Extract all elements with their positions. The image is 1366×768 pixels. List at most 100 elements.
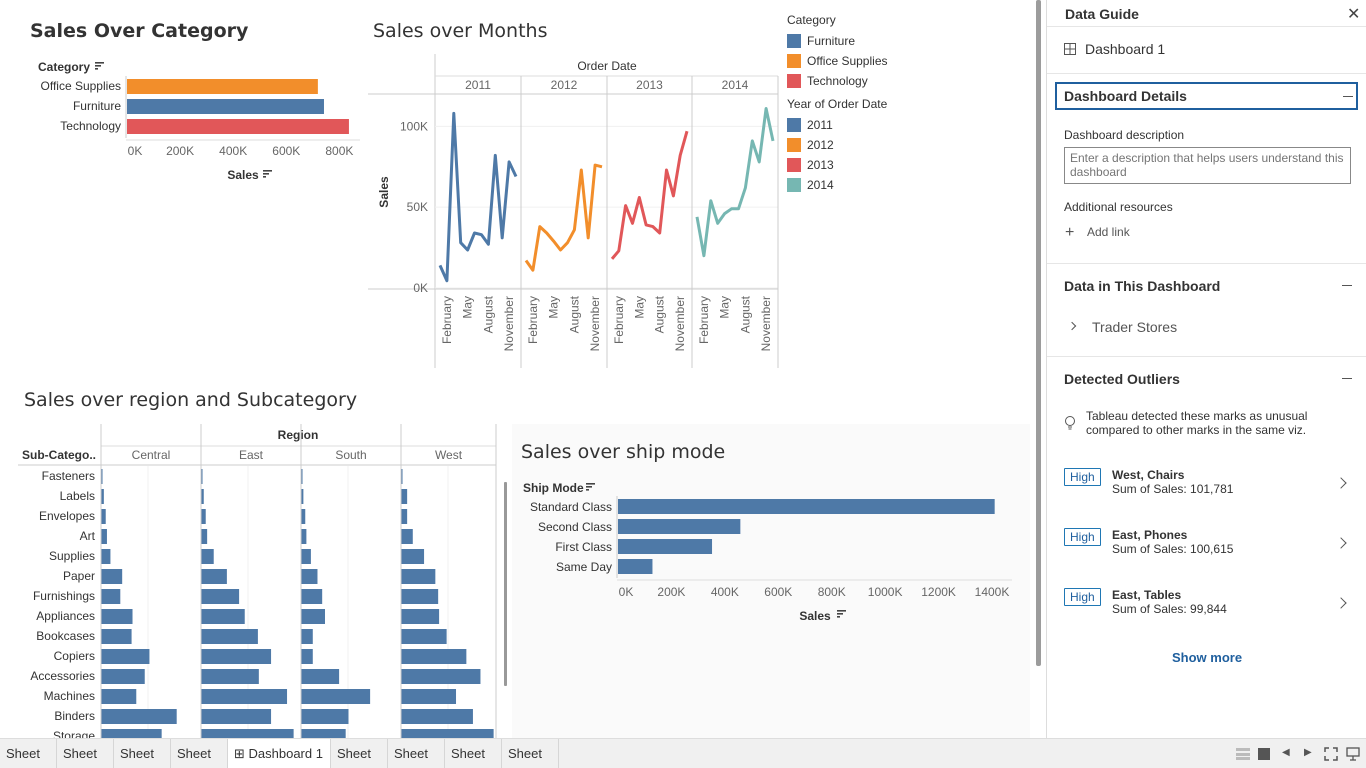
tab-dashboard-1[interactable]: ⊞ Dashboard 1 [228,739,331,768]
prev-sheet-icon[interactable]: ◀ [1282,747,1290,758]
bar-central-paper[interactable] [101,569,123,584]
legend-item-office-supplies[interactable]: Office Supplies [787,51,987,71]
bar-central-furnishings[interactable] [101,589,121,604]
bar-east-fasteners[interactable] [201,469,203,484]
sort-icon[interactable] [263,170,272,178]
outlier-item[interactable]: High West, Chairs Sum of Sales: 101,781 [1047,466,1366,510]
next-sheet-icon[interactable]: ▶ [1304,747,1312,758]
tab-sheet-8[interactable]: Sheet 8 [502,739,559,768]
tab-sheet-3[interactable]: Sheet 3 [114,739,171,768]
line-series-2012[interactable] [524,163,603,272]
outlier-item[interactable]: High East, Phones Sum of Sales: 100,615 [1047,526,1366,570]
bar-central-storage[interactable] [101,729,162,738]
bar-central-art[interactable] [101,529,107,544]
bar-central-fasteners[interactable] [101,469,103,484]
chevron-right-icon[interactable] [1067,321,1077,331]
bar-east-furnishings[interactable] [201,589,240,604]
bar-south-accessories[interactable] [301,669,340,684]
tab-sheet-2[interactable]: Sheet 2 [57,739,114,768]
category-bar-chart[interactable]: Category Office Supplies Furniture Technolo… [0,52,370,192]
collapse-minus-icon[interactable] [1342,378,1352,379]
legend-item-furniture[interactable]: Furniture [787,31,987,51]
chevron-right-icon[interactable] [1335,597,1347,609]
collapse-minus-icon[interactable] [1343,96,1353,97]
bar-west-copiers[interactable] [401,649,467,664]
bar-west-furnishings[interactable] [401,589,439,604]
bar-south-bookcases[interactable] [301,629,313,644]
bar-east-envelopes[interactable] [201,509,206,524]
bar-south-fasteners[interactable] [301,469,303,484]
region-chart-scrollbar[interactable] [504,482,507,686]
bar-east-binders[interactable] [201,709,272,724]
bar-south-envelopes[interactable] [301,509,306,524]
shipmode-bar-chart[interactable]: Ship Mode Standard Class Second Class First… [512,474,1022,634]
collapse-minus-icon[interactable] [1342,285,1352,286]
bar-central-machines[interactable] [101,689,137,704]
bar-east-paper[interactable] [201,569,227,584]
bar-second-class[interactable] [618,519,741,534]
bar-east-machines[interactable] [201,689,288,704]
tab-sheet-6[interactable]: Sheet 6 [388,739,445,768]
bar-west-paper[interactable] [401,569,436,584]
show-sheets-icon[interactable] [1236,748,1250,760]
bar-furniture[interactable] [127,99,324,114]
bar-east-accessories[interactable] [201,669,259,684]
bar-central-envelopes[interactable] [101,509,106,524]
show-more-link[interactable]: Show more [1172,650,1242,665]
bar-west-envelopes[interactable] [401,509,408,524]
months-line-chart[interactable]: Order Date 0K 50K 100K Sales 2011 February May A… [368,52,780,370]
bar-south-appliances[interactable] [301,609,326,624]
sort-icon[interactable] [586,483,595,491]
legend-item-2013[interactable]: 2013 [787,155,987,175]
bar-east-art[interactable] [201,529,208,544]
bar-central-bookcases[interactable] [101,629,132,644]
sort-icon[interactable] [95,62,104,70]
tab-sheet-7[interactable]: Sheet 7 [445,739,502,768]
legend-item-2012[interactable]: 2012 [787,135,987,155]
bar-central-copiers[interactable] [101,649,150,664]
bar-west-bookcases[interactable] [401,629,447,644]
fullscreen-icon[interactable] [1324,747,1338,761]
close-icon[interactable]: ✕ [1347,4,1360,24]
bar-central-appliances[interactable] [101,609,133,624]
sort-icon[interactable] [837,610,846,618]
bar-east-supplies[interactable] [201,549,214,564]
plus-icon[interactable]: + [1065,224,1074,242]
add-link-button[interactable]: Add link [1087,225,1130,239]
legend-item-technology[interactable]: Technology [787,71,987,91]
tab-sheet-5[interactable]: Sheet 5 [331,739,388,768]
line-series-2011[interactable] [438,111,518,283]
bar-standard-class[interactable] [618,499,995,514]
bar-same-day[interactable] [618,559,653,574]
bar-west-accessories[interactable] [401,669,481,684]
region-subcategory-bar-chart[interactable]: Region Sub-Catego.. Central East South West Fa… [18,424,498,738]
legend-item-2011[interactable]: 2011 [787,115,987,135]
bar-west-fasteners[interactable] [401,469,403,484]
filmstrip-icon[interactable] [1258,748,1270,760]
chevron-right-icon[interactable] [1335,537,1347,549]
data-source-item[interactable]: Trader Stores [1092,319,1177,335]
legend-item-2014[interactable]: 2014 [787,175,987,195]
bar-south-labels[interactable] [301,489,304,504]
presentation-icon[interactable] [1346,747,1360,761]
bar-south-copiers[interactable] [301,649,313,664]
bar-west-art[interactable] [401,529,413,544]
bar-south-supplies[interactable] [301,549,311,564]
bar-central-accessories[interactable] [101,669,145,684]
bar-east-appliances[interactable] [201,609,245,624]
bar-office-supplies[interactable] [127,79,318,94]
dashboard-scrollbar[interactable] [1036,0,1041,666]
bar-south-binders[interactable] [301,709,349,724]
bar-south-art[interactable] [301,529,307,544]
bar-first-class[interactable] [618,539,713,554]
bar-west-appliances[interactable] [401,609,440,624]
line-series-2014[interactable] [695,107,775,258]
bar-west-machines[interactable] [401,689,457,704]
line-series-2013[interactable] [610,130,689,260]
bar-west-storage[interactable] [401,729,494,738]
bar-south-furnishings[interactable] [301,589,323,604]
bar-west-supplies[interactable] [401,549,425,564]
bar-central-binders[interactable] [101,709,177,724]
tab-sheet-1[interactable]: Sheet 1 [0,739,57,768]
bar-south-machines[interactable] [301,689,371,704]
